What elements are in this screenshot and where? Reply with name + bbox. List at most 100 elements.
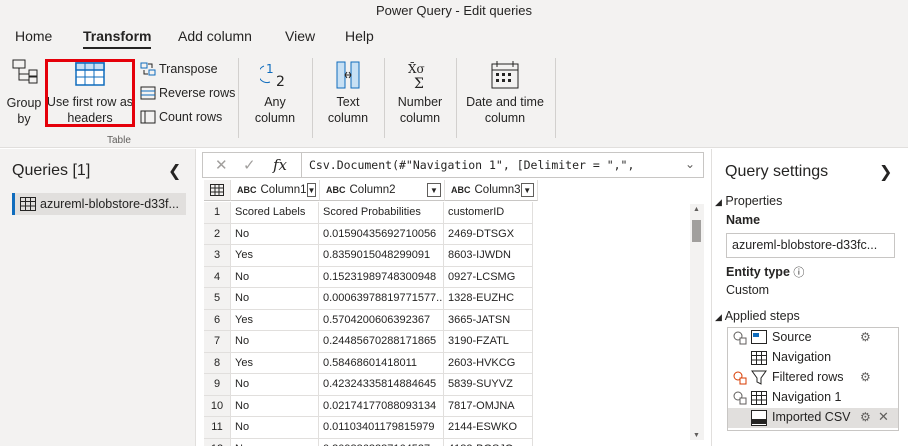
table-row[interactable]: 11 No 0.01103401179815979 2144-ESWKO — [204, 417, 538, 439]
reverse-rows-button[interactable]: Reverse rows — [140, 84, 235, 102]
table-cell[interactable]: 7817-OMJNA — [444, 395, 533, 417]
table-row[interactable]: 8 Yes 0.58468601418011 2603-HVKCG — [204, 352, 538, 374]
column-type-icon[interactable]: ABC — [326, 185, 346, 195]
table-cell[interactable]: 3190-FZATL — [444, 331, 533, 353]
filter-dropdown-icon[interactable]: ▼ — [306, 183, 317, 197]
table-cell[interactable]: Scored Probabilities — [319, 202, 444, 224]
table-row[interactable]: 6 Yes 0.5704200606392367 3665-JATSN — [204, 309, 538, 331]
row-number: 12 — [204, 438, 231, 446]
column-type-icon[interactable]: ABC — [237, 185, 257, 195]
table-cell[interactable]: 0927-LCSMG — [444, 266, 533, 288]
filter-dropdown-icon[interactable]: ▼ — [520, 183, 534, 197]
table-cell[interactable]: No — [231, 374, 319, 396]
table-row[interactable]: 9 No 0.42324335814884645 5839-SUYVZ — [204, 374, 538, 396]
table-cell[interactable]: Yes — [231, 309, 319, 331]
formula-bar[interactable]: ✕ ✓ fx Csv.Document(#"Navigation 1", [De… — [202, 152, 704, 178]
table-cell[interactable]: Scored Labels — [231, 202, 319, 224]
table-cell[interactable]: 3665-JATSN — [444, 309, 533, 331]
table-cell[interactable]: 0.5704200606392367 — [319, 309, 444, 331]
transpose-button[interactable]: Transpose — [140, 60, 218, 78]
text-column-button[interactable]: Text column — [318, 60, 378, 126]
table-cell[interactable]: 0.00063978819771577... — [319, 288, 444, 310]
table-row[interactable]: 7 No 0.24485670288171865 3190-FZATL — [204, 331, 538, 353]
cancel-icon[interactable]: ✕ — [215, 156, 228, 174]
expand-chevron-icon[interactable]: ❯ — [879, 162, 892, 182]
table-cell[interactable]: No — [231, 288, 319, 310]
date-time-column-button[interactable]: Date and time column — [462, 60, 548, 126]
table-cell[interactable]: No — [231, 395, 319, 417]
properties-section[interactable]: ◢ Properties — [715, 194, 782, 208]
table-cell[interactable]: Yes — [231, 352, 319, 374]
table-cell[interactable]: 0.24485670288171865 — [319, 331, 444, 353]
table-cell[interactable]: 0.8359015048299091 — [319, 245, 444, 267]
table-cell[interactable]: 0.3098868287164537 — [319, 438, 444, 446]
table-row[interactable]: 4 No 0.15231989748300948 0927-LCSMG — [204, 266, 538, 288]
chevron-down-icon[interactable]: ⌄ — [685, 157, 695, 171]
number-column-button[interactable]: X̄σ Σ Number column — [390, 60, 450, 126]
table-cell[interactable]: 5839-SUYVZ — [444, 374, 533, 396]
step-imported-csv[interactable]: Imported CSV ⚙ ✕ — [728, 408, 898, 428]
table-menu-icon[interactable] — [204, 180, 231, 201]
tab-transform[interactable]: Transform — [83, 28, 152, 49]
table-row[interactable]: 2 No 0.01590435692710056 2469-DTSGX — [204, 223, 538, 245]
applied-steps-section[interactable]: ◢ Applied steps — [715, 309, 800, 323]
filter-dropdown-icon[interactable]: ▼ — [427, 183, 441, 197]
check-icon[interactable]: ✓ — [243, 156, 256, 174]
scroll-up-icon[interactable]: ▲ — [693, 206, 700, 213]
any-column-button[interactable]: 1 2 Any column — [245, 60, 305, 126]
table-cell[interactable]: 8603-IJWDN — [444, 245, 533, 267]
query-name-input[interactable]: azureml-blobstore-d33fc... — [726, 233, 895, 258]
table-row[interactable]: 1 Scored Labels Scored Probabilities custom… — [204, 202, 538, 224]
table-cell[interactable]: 0.01103401179815979 — [319, 417, 444, 439]
step-filtered-rows[interactable]: Filtered rows ⚙ — [728, 368, 898, 388]
tab-view[interactable]: View — [285, 28, 315, 44]
table-cell[interactable]: Yes — [231, 245, 319, 267]
table-cell[interactable]: 2469-DTSGX — [444, 223, 533, 245]
gear-icon[interactable]: ⚙ — [860, 330, 871, 344]
table-cell[interactable]: No — [231, 223, 319, 245]
column-header[interactable]: ABC Column2 ▼ — [320, 180, 445, 201]
table-cell[interactable]: customerID — [444, 202, 533, 224]
tab-home[interactable]: Home — [15, 28, 52, 44]
query-item-label: azureml-blobstore-d33f... — [40, 197, 179, 211]
step-source[interactable]: Source ⚙ — [728, 328, 898, 348]
collapse-chevron-icon[interactable]: ❮ — [168, 161, 181, 181]
table-cell[interactable]: 0.01590435692710056 — [319, 223, 444, 245]
table-cell[interactable]: 0.58468601418011 — [319, 352, 444, 374]
table-cell[interactable]: 0.42324335814884645 — [319, 374, 444, 396]
scroll-thumb[interactable] — [692, 220, 701, 242]
column-header[interactable]: ABC Column1 ▼ — [231, 180, 320, 201]
table-cell[interactable]: 0.02174177088093134 — [319, 395, 444, 417]
table-cell[interactable]: 2603-HVKCG — [444, 352, 533, 374]
count-rows-button[interactable]: Count rows — [140, 108, 222, 126]
group-by-button[interactable]: Group by — [6, 58, 44, 127]
table-cell[interactable]: 2144-ESWKO — [444, 417, 533, 439]
table-cell[interactable]: No — [231, 266, 319, 288]
table-cell[interactable]: 4182-BGSJQ — [444, 438, 533, 446]
formula-text[interactable]: Csv.Document(#"Navigation 1", [Delimiter… — [309, 158, 634, 172]
delete-step-icon[interactable]: ✕ — [878, 409, 889, 425]
step-navigation[interactable]: Navigation — [728, 348, 898, 368]
table-cell[interactable]: 0.15231989748300948 — [319, 266, 444, 288]
table-cell[interactable]: No — [231, 417, 319, 439]
tab-add-column[interactable]: Add column — [178, 28, 252, 44]
query-item[interactable]: azureml-blobstore-d33f... — [12, 193, 186, 215]
table-row[interactable]: 5 No 0.00063978819771577... 1328-EUZHC — [204, 288, 538, 310]
column-header[interactable]: ABC Column3 ▼ — [445, 180, 538, 201]
column-type-icon[interactable]: ABC — [451, 185, 471, 195]
entity-type-label: Entity type ⓘ — [726, 264, 804, 280]
vertical-scrollbar[interactable]: ▲ ▼ — [690, 204, 704, 440]
table-cell[interactable]: No — [231, 331, 319, 353]
gear-icon[interactable]: ⚙ — [860, 410, 871, 424]
gear-icon[interactable]: ⚙ — [860, 370, 871, 384]
info-icon[interactable]: ⓘ — [793, 267, 804, 279]
table-cell[interactable]: 1328-EUZHC — [444, 288, 533, 310]
step-navigation-1[interactable]: Navigation 1 — [728, 388, 898, 408]
table-row[interactable]: 10 No 0.02174177088093134 7817-OMJNA — [204, 395, 538, 417]
table-row[interactable]: 3 Yes 0.8359015048299091 8603-IJWDN — [204, 245, 538, 267]
scroll-down-icon[interactable]: ▼ — [693, 432, 700, 439]
tab-help[interactable]: Help — [345, 28, 374, 44]
table-cell[interactable]: No — [231, 438, 319, 446]
table-row[interactable]: 12No0.30988682871645374182-BGSJQ — [204, 438, 538, 446]
fx-icon[interactable]: fx — [273, 156, 287, 174]
